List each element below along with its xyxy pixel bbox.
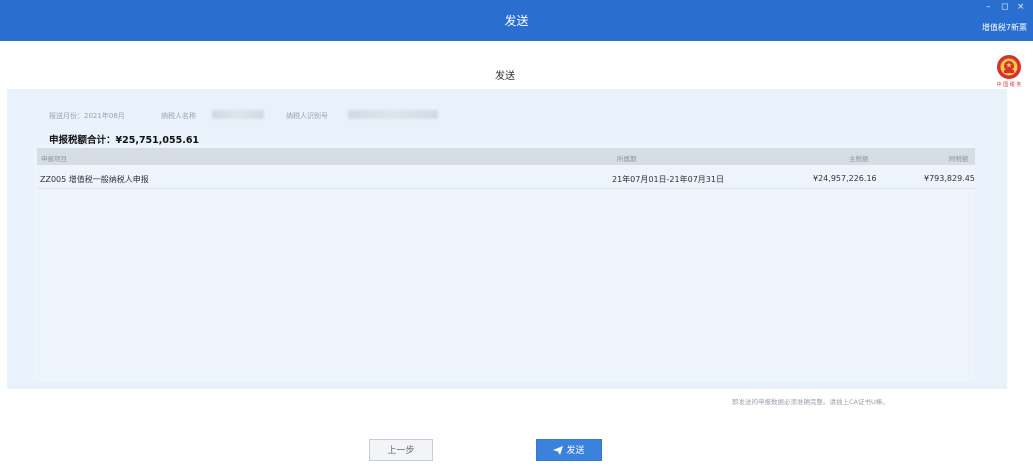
table-row[interactable]: ZZ005 增值税一般纳税人申报 21年07月01日-21年07月31日 ¥24… <box>37 169 975 189</box>
cell-period: 21年07月01日-21年07月31日 <box>612 175 724 184</box>
tax-type-label: 增值税7新票 <box>981 23 1027 32</box>
send-button-label: 发送 <box>566 446 585 456</box>
previous-step-button[interactable]: 上一步 <box>369 439 433 461</box>
taxpayer-name-redacted <box>212 110 264 119</box>
taxpayer-id-label: 纳税人识别号 <box>286 112 328 120</box>
paper-plane-icon <box>553 446 564 455</box>
emblem-caption: 中 国 税 务 <box>996 82 1022 88</box>
table-header: 申报项目 所属期 主税额 附税额 <box>37 148 975 165</box>
period-label: 报送月份：2021年08月 <box>49 112 125 120</box>
national-emblem-icon <box>997 55 1021 79</box>
window-title: 发送 <box>504 14 529 28</box>
window-titlebar: – ◻ × 发送 增值税7新票 <box>0 0 1033 41</box>
cell-main-tax: ¥24,957,226.16 <box>813 174 877 183</box>
column-header-period: 所属期 <box>617 155 637 163</box>
total-tax-amount: 申报税额合计：¥25,751,055.61 <box>49 135 200 146</box>
close-button[interactable]: × <box>1017 2 1025 12</box>
cell-surtax: ¥793,829.45 <box>924 174 975 183</box>
cell-item: ZZ005 增值税一般纳税人申报 <box>40 175 149 184</box>
column-header-surtax: 附税额 <box>949 155 969 163</box>
maximize-button[interactable]: ◻ <box>1001 2 1008 12</box>
column-header-main-tax: 主税额 <box>849 155 869 163</box>
column-header-item: 申报项目 <box>41 155 67 163</box>
send-button[interactable]: 发送 <box>536 439 602 461</box>
page-title: 发送 <box>495 71 515 82</box>
minimize-button[interactable]: – <box>986 2 991 12</box>
taxpayer-name-label: 纳税人名称 <box>161 112 196 120</box>
taxpayer-id-redacted <box>348 110 438 119</box>
ca-certificate-notice: 即发送的申报数据必须准确完整。请插上CA证书U棒。 <box>732 398 889 406</box>
